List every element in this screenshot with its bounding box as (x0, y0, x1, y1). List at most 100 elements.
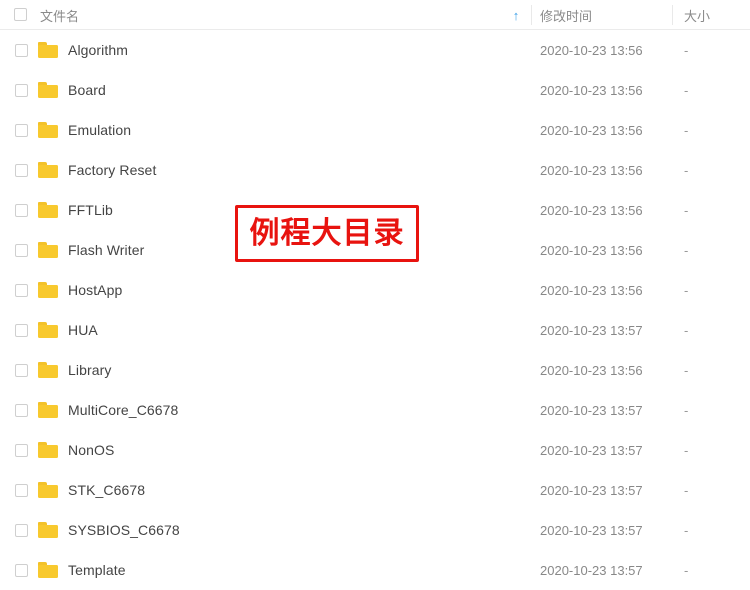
row-checkbox[interactable] (15, 403, 28, 417)
row-size: - (684, 322, 689, 338)
row-modified-time: 2020-10-23 13:57 (540, 322, 643, 338)
folder-icon (38, 442, 58, 458)
file-list-pane: 文件名 ↑ 修改时间 大小 Algorithm 2020-10-23 13:56 -… (0, 0, 750, 590)
file-name-label: NonOS (68, 442, 115, 458)
row-name-cell[interactable]: NonOS (38, 430, 114, 470)
row-checkbox-cell[interactable] (15, 510, 28, 550)
table-row[interactable]: MultiCore_C6678 2020-10-23 13:57 - (0, 390, 750, 430)
row-checkbox-cell[interactable] (15, 270, 28, 310)
table-row[interactable]: Template 2020-10-23 13:57 - (0, 550, 750, 590)
row-size: - (684, 82, 689, 98)
file-name-label: Emulation (68, 122, 132, 138)
row-name-cell[interactable]: Algorithm (38, 30, 128, 70)
row-modified-time: 2020-10-23 13:57 (540, 482, 643, 498)
table-row[interactable]: Flash Writer 2020-10-23 13:56 - (0, 230, 750, 270)
row-size: - (684, 362, 689, 378)
row-checkbox[interactable] (15, 243, 28, 257)
row-checkbox[interactable] (15, 123, 28, 137)
row-modified-time: 2020-10-23 13:56 (540, 162, 643, 178)
row-name-cell[interactable]: FFTLib (38, 190, 113, 230)
table-row[interactable]: Board 2020-10-23 13:56 - (0, 70, 750, 110)
row-modified-time: 2020-10-23 13:57 (540, 402, 643, 418)
row-modified-time: 2020-10-23 13:56 (540, 362, 643, 378)
row-checkbox[interactable] (15, 203, 28, 217)
row-checkbox-cell[interactable] (15, 390, 28, 430)
folder-icon (38, 522, 58, 538)
row-modified-time: 2020-10-23 13:57 (540, 522, 643, 538)
row-size: - (684, 202, 689, 218)
table-row[interactable]: HUA 2020-10-23 13:57 - (0, 310, 750, 350)
table-row[interactable]: Emulation 2020-10-23 13:56 - (0, 110, 750, 150)
row-size: - (684, 122, 689, 138)
file-name-label: Board (68, 82, 106, 98)
row-name-cell[interactable]: Board (38, 70, 106, 110)
row-checkbox-cell[interactable] (15, 230, 28, 270)
sort-ascending-icon[interactable]: ↑ (509, 0, 523, 30)
file-name-label: FFTLib (68, 202, 113, 218)
row-checkbox-cell[interactable] (15, 110, 28, 150)
row-checkbox-cell[interactable] (15, 190, 28, 230)
row-checkbox-cell[interactable] (15, 550, 28, 590)
file-list-body: Algorithm 2020-10-23 13:56 - Board 2020-10-2… (0, 30, 750, 590)
folder-icon (38, 322, 58, 338)
row-checkbox-cell[interactable] (15, 470, 28, 510)
row-modified-time: 2020-10-23 13:56 (540, 242, 643, 258)
table-row[interactable]: HostApp 2020-10-23 13:56 - (0, 270, 750, 310)
row-name-cell[interactable]: Template (38, 550, 126, 590)
row-checkbox-cell[interactable] (15, 430, 28, 470)
row-size: - (684, 42, 689, 58)
file-name-label: Factory Reset (68, 162, 157, 178)
table-row[interactable]: NonOS 2020-10-23 13:57 - (0, 430, 750, 470)
row-size: - (684, 482, 689, 498)
row-name-cell[interactable]: HUA (38, 310, 98, 350)
row-checkbox[interactable] (15, 83, 28, 97)
row-checkbox[interactable] (15, 443, 28, 457)
file-name-label: STK_C6678 (68, 482, 146, 498)
row-checkbox-cell[interactable] (15, 310, 28, 350)
column-header-modified-time-label: 修改时间 (540, 8, 593, 24)
table-row[interactable]: Library 2020-10-23 13:56 - (0, 350, 750, 390)
folder-icon (38, 562, 58, 578)
row-checkbox[interactable] (15, 523, 28, 537)
row-name-cell[interactable]: HostApp (38, 270, 122, 310)
row-modified-time: 2020-10-23 13:57 (540, 442, 643, 458)
row-checkbox[interactable] (15, 163, 28, 177)
row-checkbox-cell[interactable] (15, 350, 28, 390)
row-checkbox[interactable] (15, 483, 28, 497)
header-divider-1 (531, 5, 532, 25)
select-all-checkbox[interactable] (14, 8, 27, 21)
row-size: - (684, 402, 689, 418)
table-row[interactable]: FFTLib 2020-10-23 13:56 - (0, 190, 750, 230)
row-name-cell[interactable]: Emulation (38, 110, 131, 150)
row-name-cell[interactable]: MultiCore_C6678 (38, 390, 178, 430)
column-header-size[interactable]: 大小 (684, 0, 710, 30)
row-checkbox[interactable] (15, 363, 28, 377)
row-name-cell[interactable]: SYSBIOS_C6678 (38, 510, 180, 550)
column-header-name[interactable]: 文件名 (14, 0, 79, 30)
table-row[interactable]: STK_C6678 2020-10-23 13:57 - (0, 470, 750, 510)
row-checkbox[interactable] (15, 283, 28, 297)
folder-icon (38, 42, 58, 58)
row-size: - (684, 442, 689, 458)
folder-icon (38, 122, 58, 138)
row-size: - (684, 522, 689, 538)
table-row[interactable]: Algorithm 2020-10-23 13:56 - (0, 30, 750, 70)
row-name-cell[interactable]: STK_C6678 (38, 470, 145, 510)
header-divider-2 (672, 5, 673, 25)
row-checkbox[interactable] (15, 323, 28, 337)
row-modified-time: 2020-10-23 13:56 (540, 42, 643, 58)
table-row[interactable]: Factory Reset 2020-10-23 13:56 - (0, 150, 750, 190)
row-checkbox-cell[interactable] (15, 70, 28, 110)
table-row[interactable]: SYSBIOS_C6678 2020-10-23 13:57 - (0, 510, 750, 550)
row-checkbox-cell[interactable] (15, 150, 28, 190)
row-size: - (684, 242, 689, 258)
row-checkbox[interactable] (15, 43, 28, 57)
file-name-label: Flash Writer (68, 242, 145, 258)
row-name-cell[interactable]: Library (38, 350, 112, 390)
row-name-cell[interactable]: Flash Writer (38, 230, 144, 270)
row-checkbox[interactable] (15, 563, 28, 577)
row-name-cell[interactable]: Factory Reset (38, 150, 156, 190)
column-header-modified-time[interactable]: 修改时间 (540, 0, 592, 30)
row-size: - (684, 562, 689, 578)
row-checkbox-cell[interactable] (15, 30, 28, 70)
